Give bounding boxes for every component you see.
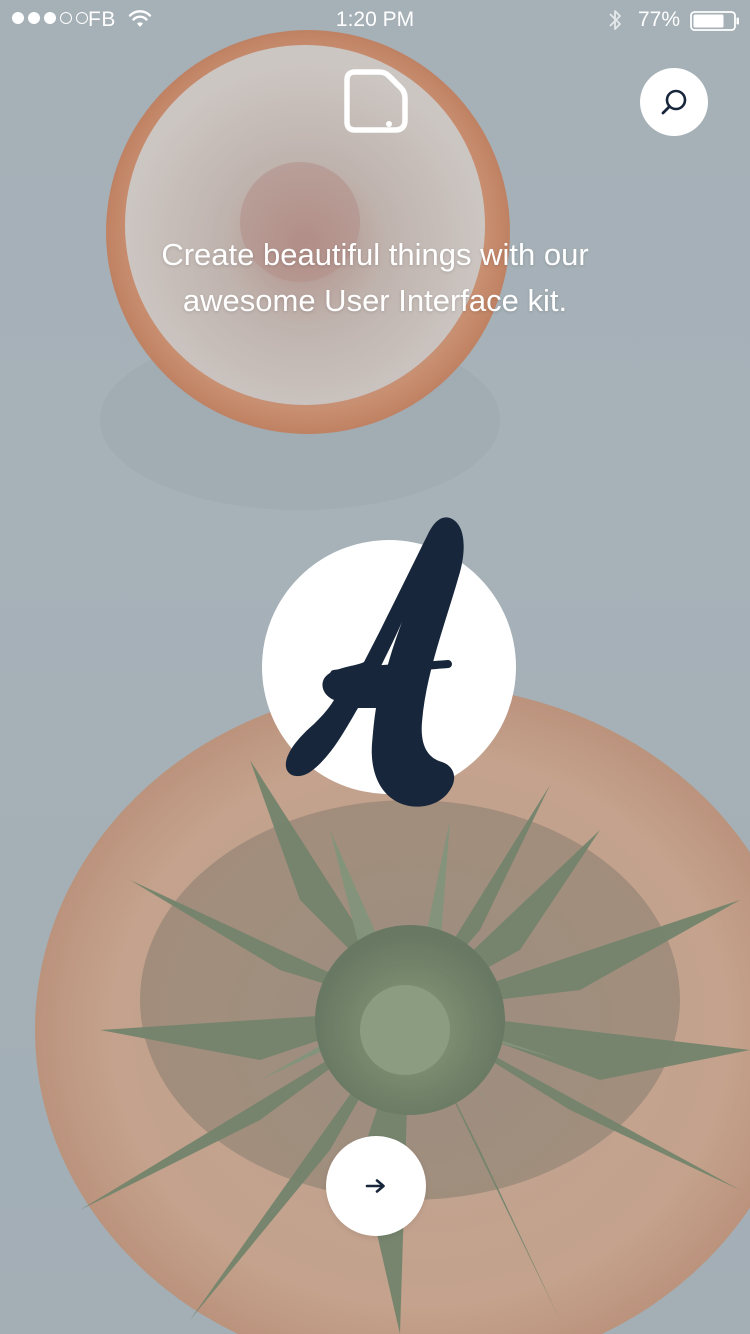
bluetooth-icon <box>609 10 621 30</box>
app-logo-icon <box>344 69 408 133</box>
onboarding-screen: FB 1:20 PM 77% Create beautiful things w… <box>0 0 750 1334</box>
next-button[interactable] <box>326 1136 426 1236</box>
battery-percent: 77% <box>638 8 681 31</box>
arrow-right-icon <box>365 1179 385 1193</box>
status-bar: FB 1:20 PM 77% <box>0 0 750 40</box>
search-button[interactable] <box>640 68 708 136</box>
brand-letter-a-icon <box>285 517 464 807</box>
battery-icon <box>690 11 739 31</box>
onboarding-tagline: Create beautiful things with our awesome… <box>161 237 589 318</box>
search-icon <box>661 89 687 115</box>
